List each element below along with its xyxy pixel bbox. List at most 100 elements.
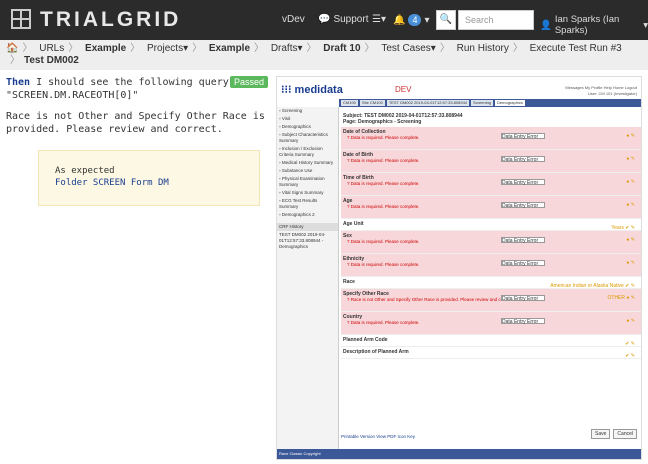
medidata-sidebar: ▫ Screening ▫ Visit ▫ Demographics ▫ Subjec…: [277, 107, 339, 459]
medidata-footer: Rave Classic Copyright: [277, 449, 641, 459]
chat-icon: 💬: [318, 14, 331, 25]
form-row: Country? Data is required. Please comple…: [341, 312, 641, 335]
data-entry-error-select[interactable]: Data Entry Error: [501, 202, 545, 209]
status-icon: ● ✎: [626, 260, 635, 266]
bell-icon: 🔔: [393, 14, 406, 26]
medidata-tabs: CM100 Site CM100 TEST DM002 2019-04-01T12:…: [339, 99, 641, 107]
status-icon: ● ✎: [626, 237, 635, 243]
menu-dropdown[interactable]: ☰▾: [372, 14, 386, 25]
data-entry-error-select[interactable]: Data Entry Error: [501, 156, 545, 163]
sidebar-item[interactable]: ▫ ECG Test Results Summary: [277, 197, 338, 211]
data-entry-error-select[interactable]: Data Entry Error: [501, 237, 545, 244]
breadcrumb: 🏠 〉 URLs 〉 Example 〉 Projects▾ 〉 Example 〉 Dr…: [0, 40, 648, 70]
data-entry-error-select[interactable]: Data Entry Error: [501, 133, 545, 140]
result-line-1: As expected: [55, 166, 115, 176]
footer-links[interactable]: Printable Version View PDF Icon Key: [341, 434, 415, 439]
data-entry-error-select[interactable]: Data Entry Error: [501, 260, 545, 267]
medidata-tab[interactable]: CM100: [341, 100, 358, 106]
result-line-2: Folder SCREEN Form DM: [55, 178, 169, 188]
medidata-tab[interactable]: Demographics: [495, 100, 525, 106]
top-navbar: TRIALGRID vDev 💬 Support ☰▾ 🔔 4 ▾ 🔍 Searc…: [0, 0, 648, 40]
crumb-example-project[interactable]: Example: [209, 43, 250, 54]
crumb-urls[interactable]: URLs: [39, 43, 64, 54]
query-message: ? Data is required. Please complete.: [347, 320, 420, 325]
status-icon: ● ✎: [626, 156, 635, 162]
medidata-env: DEV: [395, 85, 412, 94]
field-label: Age Unit: [343, 221, 364, 227]
search-icon[interactable]: 🔍: [436, 10, 456, 30]
status-icon: ● ✎: [626, 318, 635, 324]
crumb-draft[interactable]: Draft 10: [323, 43, 360, 54]
crumb-current: Test DM002: [24, 55, 79, 66]
status-badge: Passed: [230, 76, 269, 88]
query-text: Race is not Other and Specify Other Race…: [6, 111, 265, 135]
query-message: ? Data is required. Please complete.: [347, 262, 420, 267]
list-icon: ☰▾: [372, 14, 386, 25]
crumb-execute-run[interactable]: Execute Test Run #3: [530, 43, 622, 54]
sidebar-item[interactable]: ▫ Vital Signs Summary: [277, 189, 338, 197]
status-icon: ● ✎: [626, 179, 635, 185]
sidebar-item[interactable]: ▫ Inclusion / Exclusion Criteria Summary: [277, 145, 338, 159]
status-icon: ✔ ✎: [625, 353, 635, 359]
crumb-drafts[interactable]: Drafts: [271, 43, 298, 54]
form-row: Sex? Data is required. Please complete. D…: [341, 231, 641, 254]
medidata-screenshot: ⁝⁝⁝ medidata DEV Messages My Profile Hel…: [276, 76, 642, 460]
form-row: Planned Arm Code ✔ ✎: [341, 335, 641, 347]
cancel-button[interactable]: Cancel: [613, 429, 637, 439]
data-entry-error-select[interactable]: Data Entry Error: [501, 295, 545, 302]
crumb-projects[interactable]: Projects: [147, 43, 183, 54]
form-row: Specify Other Race? Race is not Other an…: [341, 289, 641, 312]
sidebar-item[interactable]: ▫ Physical Examination Summary: [277, 175, 338, 189]
form-row: Race American Indian or Alaska Native ✔ ✎: [341, 277, 641, 289]
form-row: Age Unit Years ✔ ✎: [341, 219, 641, 231]
env-label[interactable]: vDev: [282, 14, 305, 25]
form-row: Date of Birth? Data is required. Please …: [341, 150, 641, 173]
step-text: Then I should see the following query on…: [6, 77, 247, 101]
status-icon: ● ✎: [626, 202, 635, 208]
medidata-form: Subject: TEST DM002 2019-04-01T12:57:33.…: [341, 111, 641, 359]
sidebar-item[interactable]: ▫ Substance Use: [277, 167, 338, 175]
form-row: Date of Collection? Data is required. Pl…: [341, 127, 641, 150]
query-message: ? Data is required. Please complete.: [347, 239, 420, 244]
query-message: ? Race is not Other and Specify Other Ra…: [347, 297, 514, 302]
status-icon: ● ✎: [626, 133, 635, 139]
notifications-button[interactable]: 🔔 4 ▾: [393, 14, 430, 26]
result-box: As expected Folder SCREEN Form DM: [38, 150, 260, 206]
notification-count: 4: [408, 14, 422, 26]
crf-history-entry[interactable]: TEST DM002 2019-04-01T12:57:33.808944 - …: [277, 231, 338, 251]
crumb-test-cases[interactable]: Test Cases: [381, 43, 430, 54]
data-entry-error-select[interactable]: Data Entry Error: [501, 179, 545, 186]
user-menu[interactable]: 👤 Ian Sparks (Ian Sparks) ▾: [540, 14, 648, 36]
status-icon: OTHER ● ✎: [607, 295, 636, 301]
sidebar-item[interactable]: ▫ Visit: [277, 115, 338, 123]
crumb-run-history[interactable]: Run History: [457, 43, 509, 54]
medidata-tab[interactable]: Screening: [471, 100, 494, 106]
support-link[interactable]: 💬 Support: [318, 14, 368, 25]
query-message: ? Data is required. Please complete.: [347, 158, 420, 163]
search-input[interactable]: Search: [458, 10, 534, 30]
save-button[interactable]: Save: [591, 429, 611, 439]
user-avatar-icon: 👤: [540, 19, 552, 31]
sidebar-item[interactable]: ▫ Demographics: [277, 123, 338, 131]
query-message: ? Data is required. Please complete.: [347, 181, 420, 186]
medidata-tab[interactable]: TEST DM002 2019-04-01T12:57:33.808944: [386, 100, 470, 106]
crf-history-header: CRF History: [277, 223, 338, 231]
sidebar-item[interactable]: ▫ Demographics 2: [277, 211, 338, 219]
medidata-logo: ⁝⁝⁝ medidata: [281, 84, 343, 96]
sidebar-item[interactable]: ▫ Screening: [277, 107, 338, 115]
form-row: Ethnicity? Data is required. Please comp…: [341, 254, 641, 277]
crumb-example[interactable]: Example: [85, 43, 126, 54]
medidata-tab[interactable]: Site CM100: [359, 100, 385, 106]
sidebar-item[interactable]: ▫ Subject Characteristics Summary: [277, 131, 338, 145]
query-message: ? Data is required. Please complete.: [347, 204, 420, 209]
app-logo[interactable]: TRIALGRID: [40, 8, 181, 32]
data-entry-error-select[interactable]: Data Entry Error: [501, 318, 545, 325]
sidebar-item[interactable]: ▫ Medical History Summary: [277, 159, 338, 167]
form-row: Time of Birth? Data is required. Please …: [341, 173, 641, 196]
home-icon[interactable]: 🏠: [6, 43, 18, 54]
medidata-links: Messages My Profile Help Home Logout Use…: [565, 85, 637, 96]
field-label: Planned Arm Code: [343, 337, 388, 343]
trialgrid-logo-icon: [11, 9, 31, 29]
form-row: Age? Data is required. Please complete. D…: [341, 196, 641, 219]
form-row: Description of Planned Arm ✔ ✎: [341, 347, 641, 359]
